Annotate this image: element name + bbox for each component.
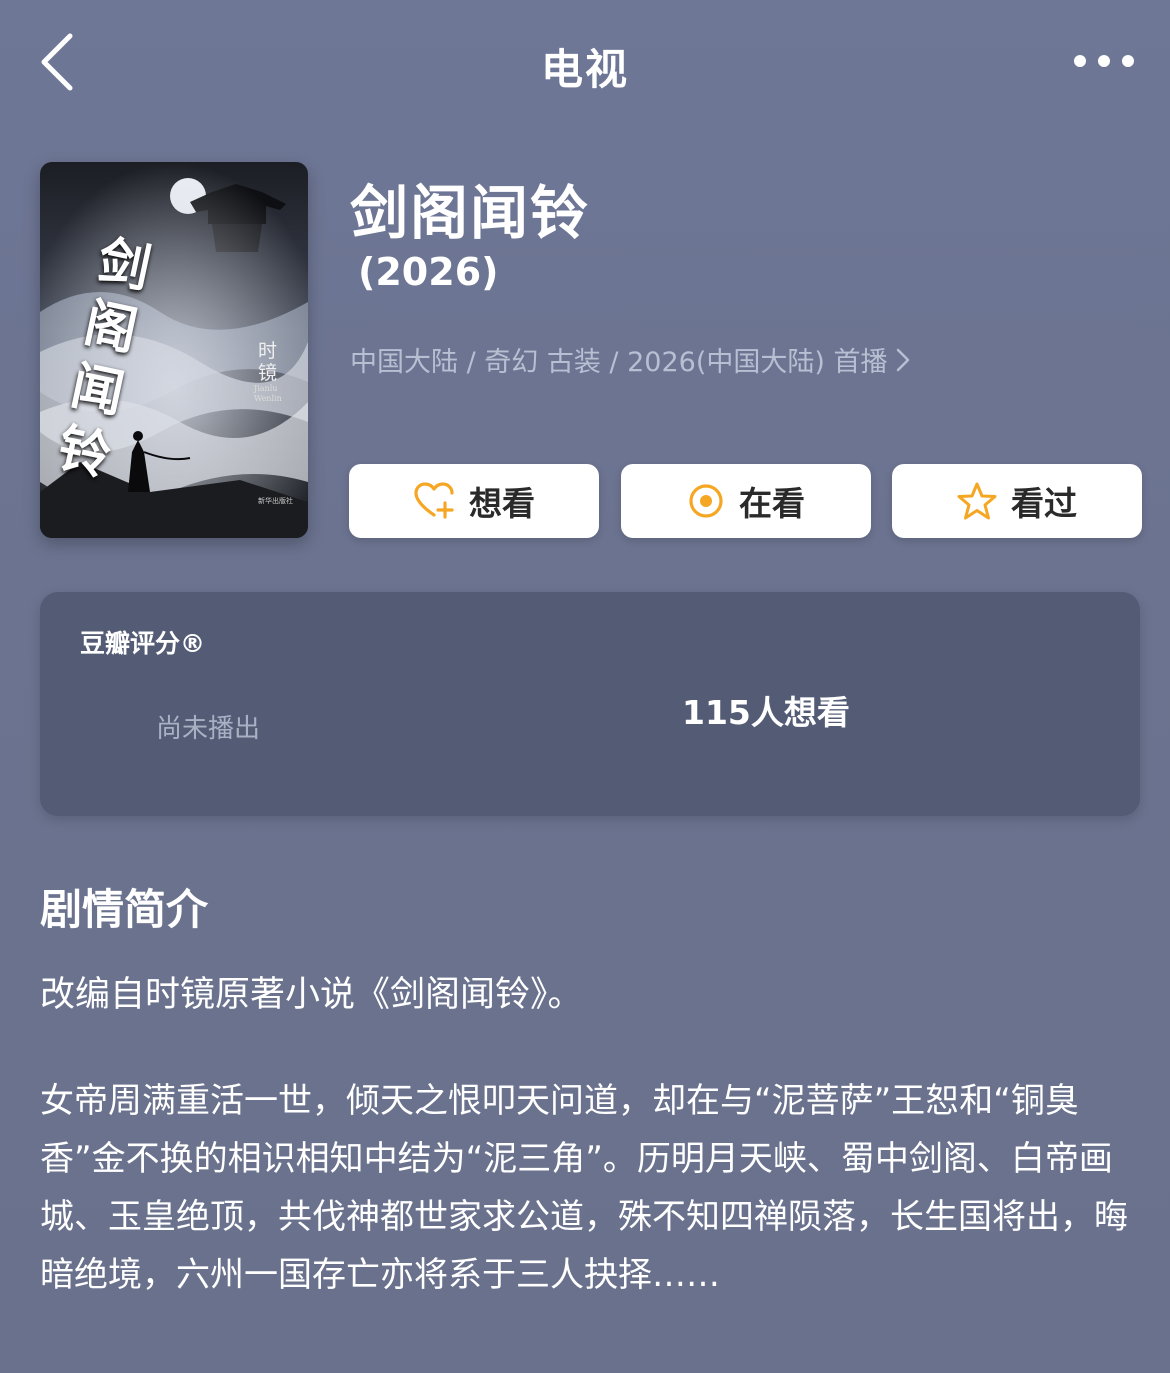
poster-publisher: 新华出版社 <box>258 497 293 505</box>
want-count: 115人想看 <box>682 693 850 732</box>
poster-image[interactable]: 剑阁闻铃 时镜 Jianlu Wenlin 新华出版社 <box>40 162 308 538</box>
show-year: (2026) <box>358 250 499 294</box>
show-meta-text: 中国大陆 / 奇幻 古装 / 2026(中国大陆) 首播 <box>350 347 888 378</box>
chevron-right-icon <box>897 348 910 371</box>
show-title: 剑阁闻铃 <box>350 179 591 247</box>
poster-subtitle: Jianlu Wenlin <box>254 384 282 403</box>
synopsis-body: 女帝周满重活一世，倾天之恨叩天问道，却在与“泥菩萨”王恕和“铜臭香”金不换的相识… <box>40 1081 1128 1295</box>
watched-label: 看过 <box>1011 484 1077 523</box>
more-dots-icon <box>1074 55 1134 67</box>
star-icon <box>957 482 997 520</box>
watching-label: 在看 <box>739 484 805 523</box>
synopsis-heading: 剧情简介 <box>40 885 209 934</box>
page-title: 电视 <box>540 45 629 94</box>
heart-plus-icon <box>414 482 454 519</box>
rating-status: 尚未播出 <box>156 714 261 744</box>
rating-label: 豆瓣评分® <box>80 629 206 658</box>
show-meta-link[interactable]: 中国大陆 / 奇幻 古装 / 2026(中国大陆) 首播 <box>350 340 911 379</box>
target-icon <box>689 484 723 518</box>
poster-author: 时镜 <box>258 340 278 384</box>
top-nav-bar: 电视 <box>0 0 1170 120</box>
synopsis-intro: 改编自时镜原著小说《剑阁闻铃》。 <box>40 975 583 1015</box>
watching-button[interactable]: 在看 <box>621 464 871 538</box>
watched-button[interactable]: 看过 <box>892 464 1142 538</box>
want-to-watch-button[interactable]: 想看 <box>349 464 599 538</box>
rating-card: 豆瓣评分® 尚未播出 115人想看 <box>40 592 1140 816</box>
want-to-watch-label: 想看 <box>469 484 535 523</box>
more-button[interactable] <box>1072 46 1136 76</box>
